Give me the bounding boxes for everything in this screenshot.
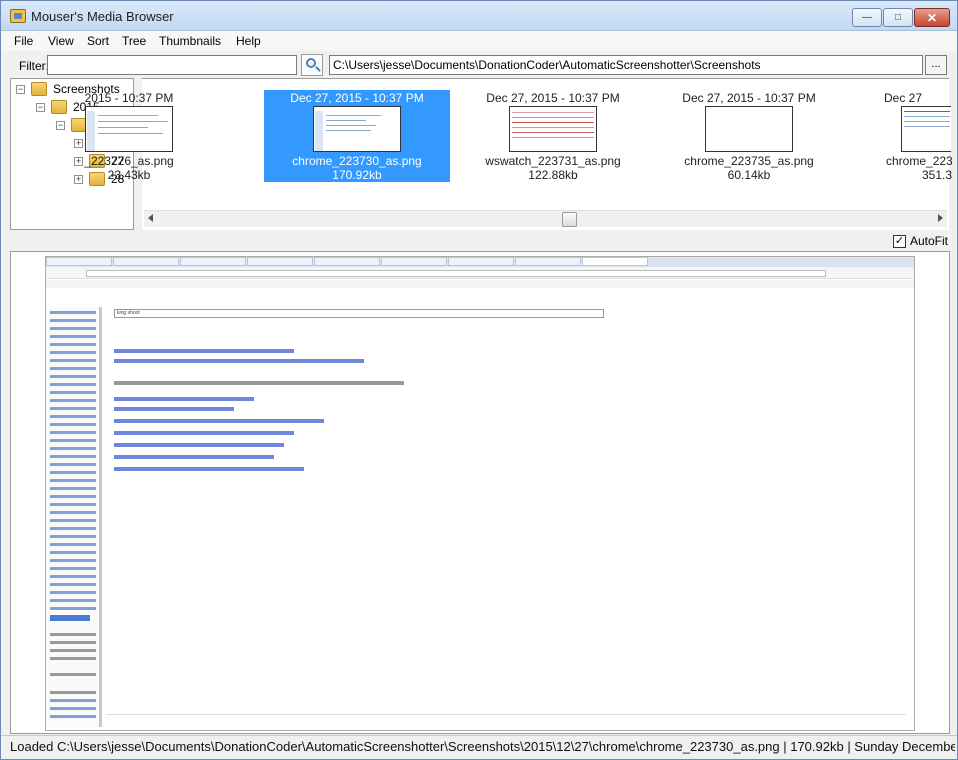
thumbnail-filename: _223726_as.png [84, 154, 174, 168]
autofit-label: AutoFit [910, 234, 949, 248]
scrollbar-thumb[interactable] [562, 212, 577, 227]
image-preview-pane: king shoot [10, 251, 950, 734]
thumbnail-date: Dec 27, 2015 - 10:37 PM [486, 91, 620, 105]
thumbnail-date: Dec 27 [884, 91, 923, 105]
thumbnail-strip: 2015 - 10:37 PM _223726_as.png 23.43kb D… [84, 78, 953, 230]
menu-bar: File View Sort Tree Thumbnails Help [1, 31, 957, 51]
thumbnail-item[interactable]: Dec 27 chrome_223 351.3 [852, 90, 958, 182]
menu-tree[interactable]: Tree [122, 34, 146, 48]
close-button[interactable]: ✕ [914, 8, 950, 27]
preview-search-text: king shoot [114, 309, 604, 318]
thumbnail-filesize: 60.14kb [727, 168, 771, 182]
scroll-right-icon[interactable] [938, 214, 943, 222]
search-folder-button[interactable] [301, 54, 323, 76]
window-title: Mouser's Media Browser [31, 9, 174, 24]
filter-bar: Filter: ... [1, 52, 957, 78]
thumbnail-filesize: 351.3 [922, 168, 953, 182]
thumbnail-image [85, 106, 173, 152]
thumbnail-image [705, 106, 793, 152]
thumbnail-item[interactable]: Dec 27, 2015 - 10:37 PM chrome_223735_as… [656, 90, 842, 182]
thumbnail-date: 2015 - 10:37 PM [84, 91, 174, 105]
preview-image: king shoot [45, 256, 915, 731]
maximize-icon: □ [894, 12, 902, 23]
filter-input[interactable] [47, 55, 297, 75]
thumbnail-date: Dec 27, 2015 - 10:37 PM [290, 91, 424, 105]
thumbnail-filename: wswatch_223731_as.png [485, 154, 621, 168]
thumbnail-image [901, 106, 951, 152]
menu-thumbnails[interactable]: Thumbnails [159, 34, 221, 48]
close-icon: ✕ [926, 10, 938, 25]
autofit-toggle[interactable]: ✓ AutoFit [893, 234, 948, 248]
menu-file[interactable]: File [14, 34, 33, 48]
maximize-button[interactable]: □ [883, 8, 913, 27]
app-window: Mouser's Media Browser — □ ✕ File View S… [0, 0, 958, 760]
thumbnail-filename: chrome_223730_as.png [292, 154, 422, 168]
menu-view[interactable]: View [48, 34, 74, 48]
status-text: Loaded C:\Users\jesse\Documents\Donation… [10, 739, 955, 754]
browse-folder-button[interactable]: ... [925, 55, 947, 75]
thumbnail-item[interactable]: 2015 - 10:37 PM _223726_as.png 23.43kb [36, 90, 222, 182]
title-bar[interactable]: Mouser's Media Browser — □ ✕ [1, 1, 957, 31]
autofit-checkbox[interactable]: ✓ [893, 234, 906, 248]
thumbnail-filesize: 23.43kb [107, 168, 151, 182]
thumbnail-scrollbar[interactable] [144, 210, 947, 227]
status-bar: Loaded C:\Users\jesse\Documents\Donation… [1, 735, 957, 759]
collapse-icon[interactable]: − [16, 84, 25, 94]
thumbnail-item-selected[interactable]: Dec 27, 2015 - 10:37 PM chrome_223730_as… [264, 90, 450, 182]
thumbnail-filesize: 122.88kb [528, 168, 578, 182]
menu-sort[interactable]: Sort [87, 34, 109, 48]
thumbnail-image [313, 106, 401, 152]
folder-path-input[interactable] [329, 55, 923, 75]
thumbnail-date: Dec 27, 2015 - 10:37 PM [682, 91, 816, 105]
menu-help[interactable]: Help [236, 34, 261, 48]
thumbnail-image [509, 106, 597, 152]
filter-label: Filter: [19, 59, 49, 73]
minimize-icon: — [862, 12, 872, 23]
thumbnail-filename: chrome_223 [886, 154, 953, 168]
minimize-button[interactable]: — [852, 8, 882, 27]
thumbnail-filesize: 170.92kb [332, 168, 382, 182]
scroll-left-icon[interactable] [148, 214, 153, 222]
app-icon [10, 9, 26, 23]
thumbnail-item[interactable]: Dec 27, 2015 - 10:37 PM wswatch_223731_a… [460, 90, 646, 182]
thumbnail-filename: chrome_223735_as.png [684, 154, 814, 168]
